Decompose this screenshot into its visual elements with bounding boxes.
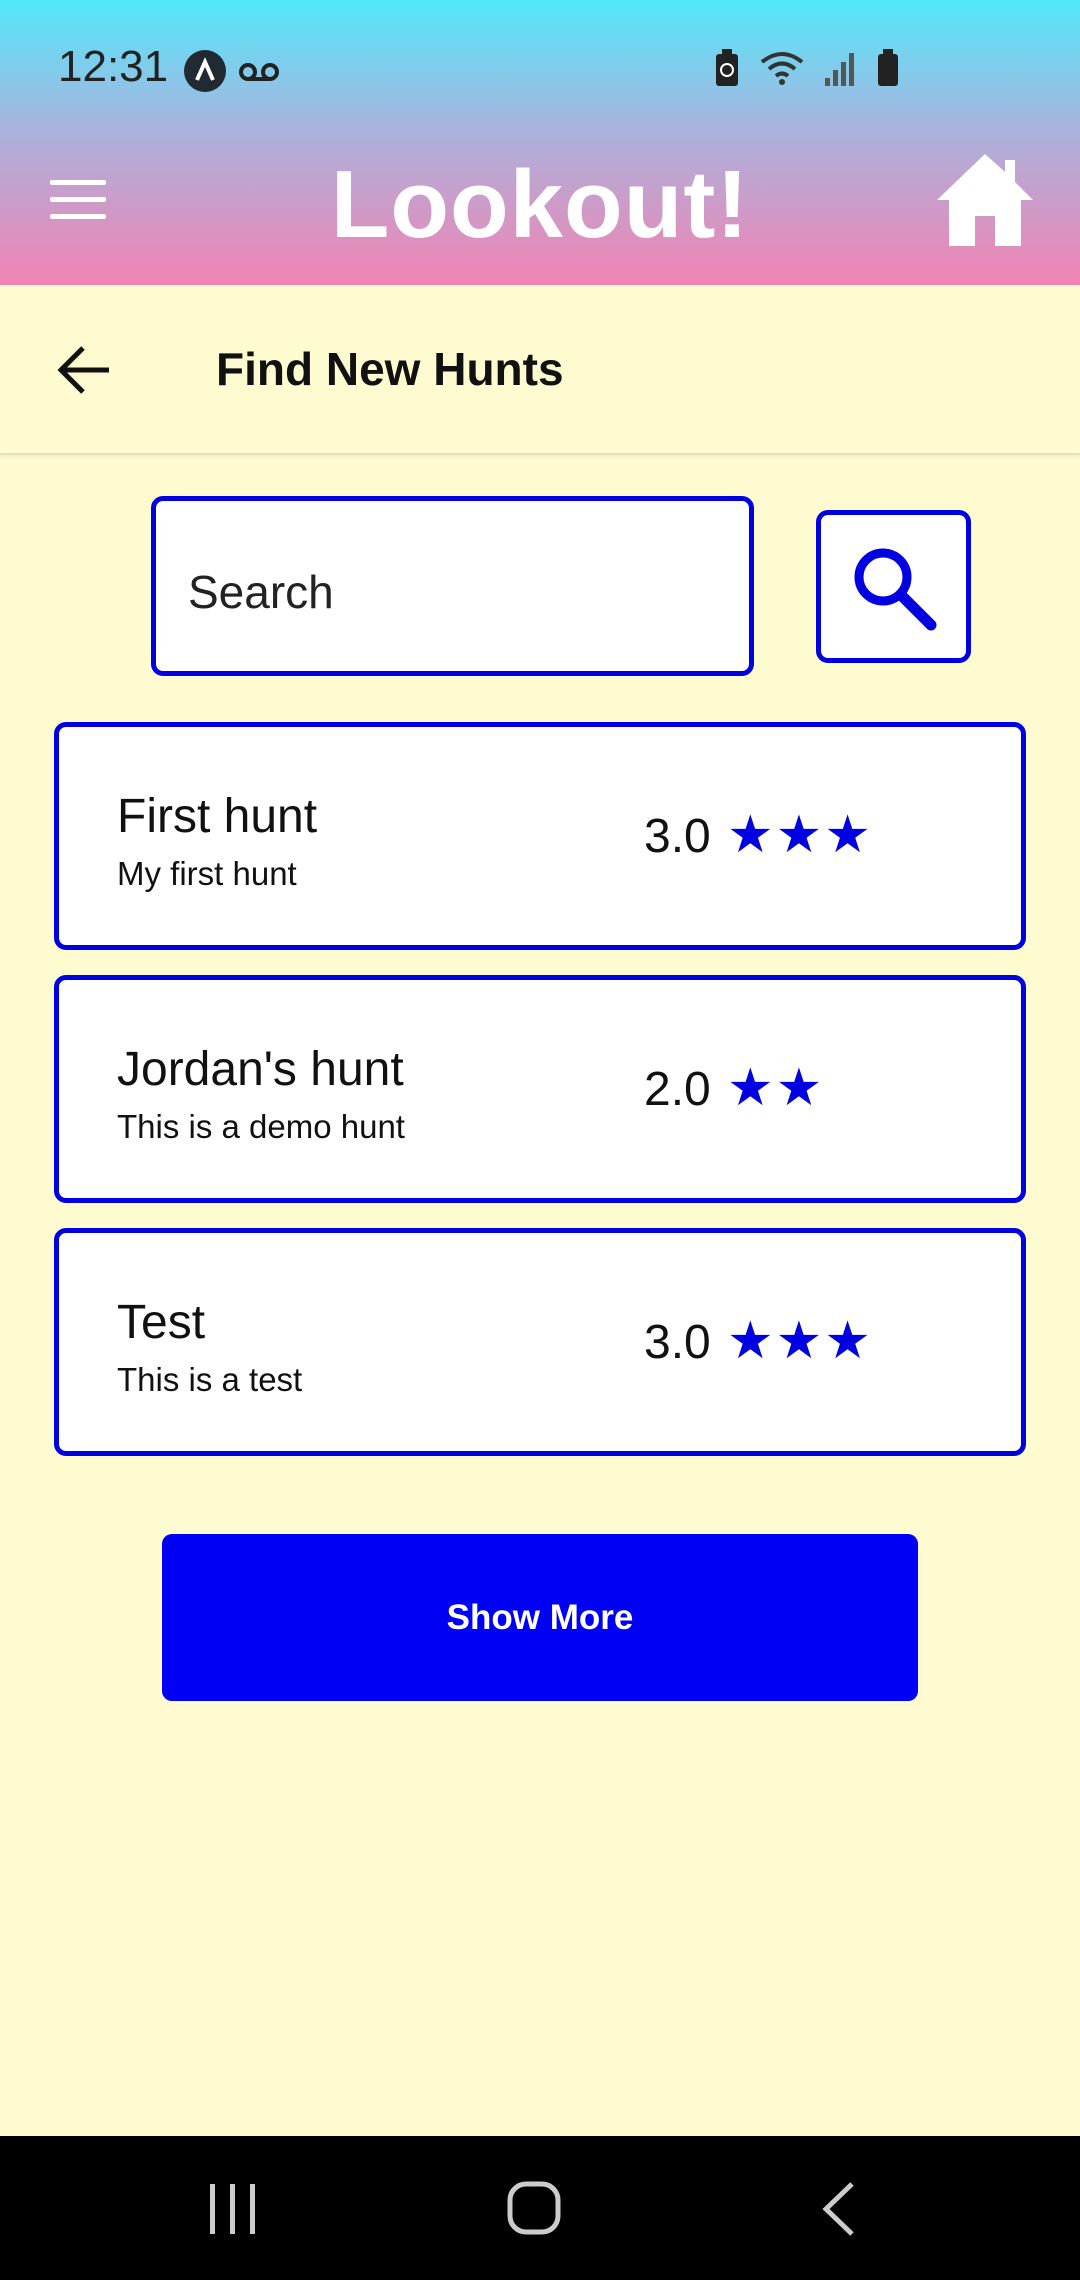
- hunt-description: My first hunt: [117, 855, 297, 892]
- battery-icon: [878, 49, 898, 86]
- hunt-rating: 2.0: [644, 1063, 711, 1116]
- hunt-name: First hunt: [117, 790, 318, 843]
- voicemail-icon: [239, 63, 279, 81]
- hunt-description: This is a test: [117, 1361, 303, 1398]
- nav-home-icon[interactable]: [506, 2180, 562, 2236]
- star-rating-icons: ★★: [727, 1059, 825, 1117]
- hunt-card[interactable]: Test This is a test 3.0 ★★★: [54, 1228, 1026, 1456]
- recent-apps-icon[interactable]: [208, 2182, 258, 2236]
- search-button[interactable]: [816, 510, 971, 663]
- hunt-rating: 3.0: [644, 810, 711, 863]
- hunt-card[interactable]: First hunt My first hunt 3.0 ★★★: [54, 722, 1026, 950]
- star-rating-icons: ★★★: [727, 806, 873, 864]
- status-time: 12:31: [58, 42, 169, 91]
- back-arrow-icon[interactable]: [55, 340, 115, 400]
- star-rating-icons: ★★★: [727, 1312, 873, 1370]
- home-icon[interactable]: [935, 150, 1035, 250]
- nav-back-icon[interactable]: [818, 2180, 858, 2238]
- hunt-rating: 3.0: [644, 1316, 711, 1369]
- notification-app-icon: [184, 50, 226, 92]
- wifi-icon: [760, 52, 804, 85]
- show-more-button[interactable]: Show More: [162, 1534, 918, 1701]
- search-input[interactable]: [186, 556, 720, 628]
- app-title: Lookout!: [330, 151, 750, 258]
- hunt-name: Jordan's hunt: [117, 1043, 404, 1096]
- search-field[interactable]: [151, 496, 754, 676]
- app-header: 12:31 Lookout!: [0, 0, 1080, 285]
- signal-icon: [825, 53, 854, 86]
- status-icons: [714, 48, 900, 88]
- hunt-name: Test: [117, 1296, 206, 1349]
- page-title: Find New Hunts: [216, 343, 564, 395]
- hunt-card[interactable]: Jordan's hunt This is a demo hunt 2.0 ★★: [54, 975, 1026, 1203]
- system-nav-bar: [0, 2136, 1080, 2280]
- search-icon: [854, 548, 937, 631]
- battery-saver-icon: [716, 49, 738, 86]
- hunt-description: This is a demo hunt: [117, 1108, 405, 1145]
